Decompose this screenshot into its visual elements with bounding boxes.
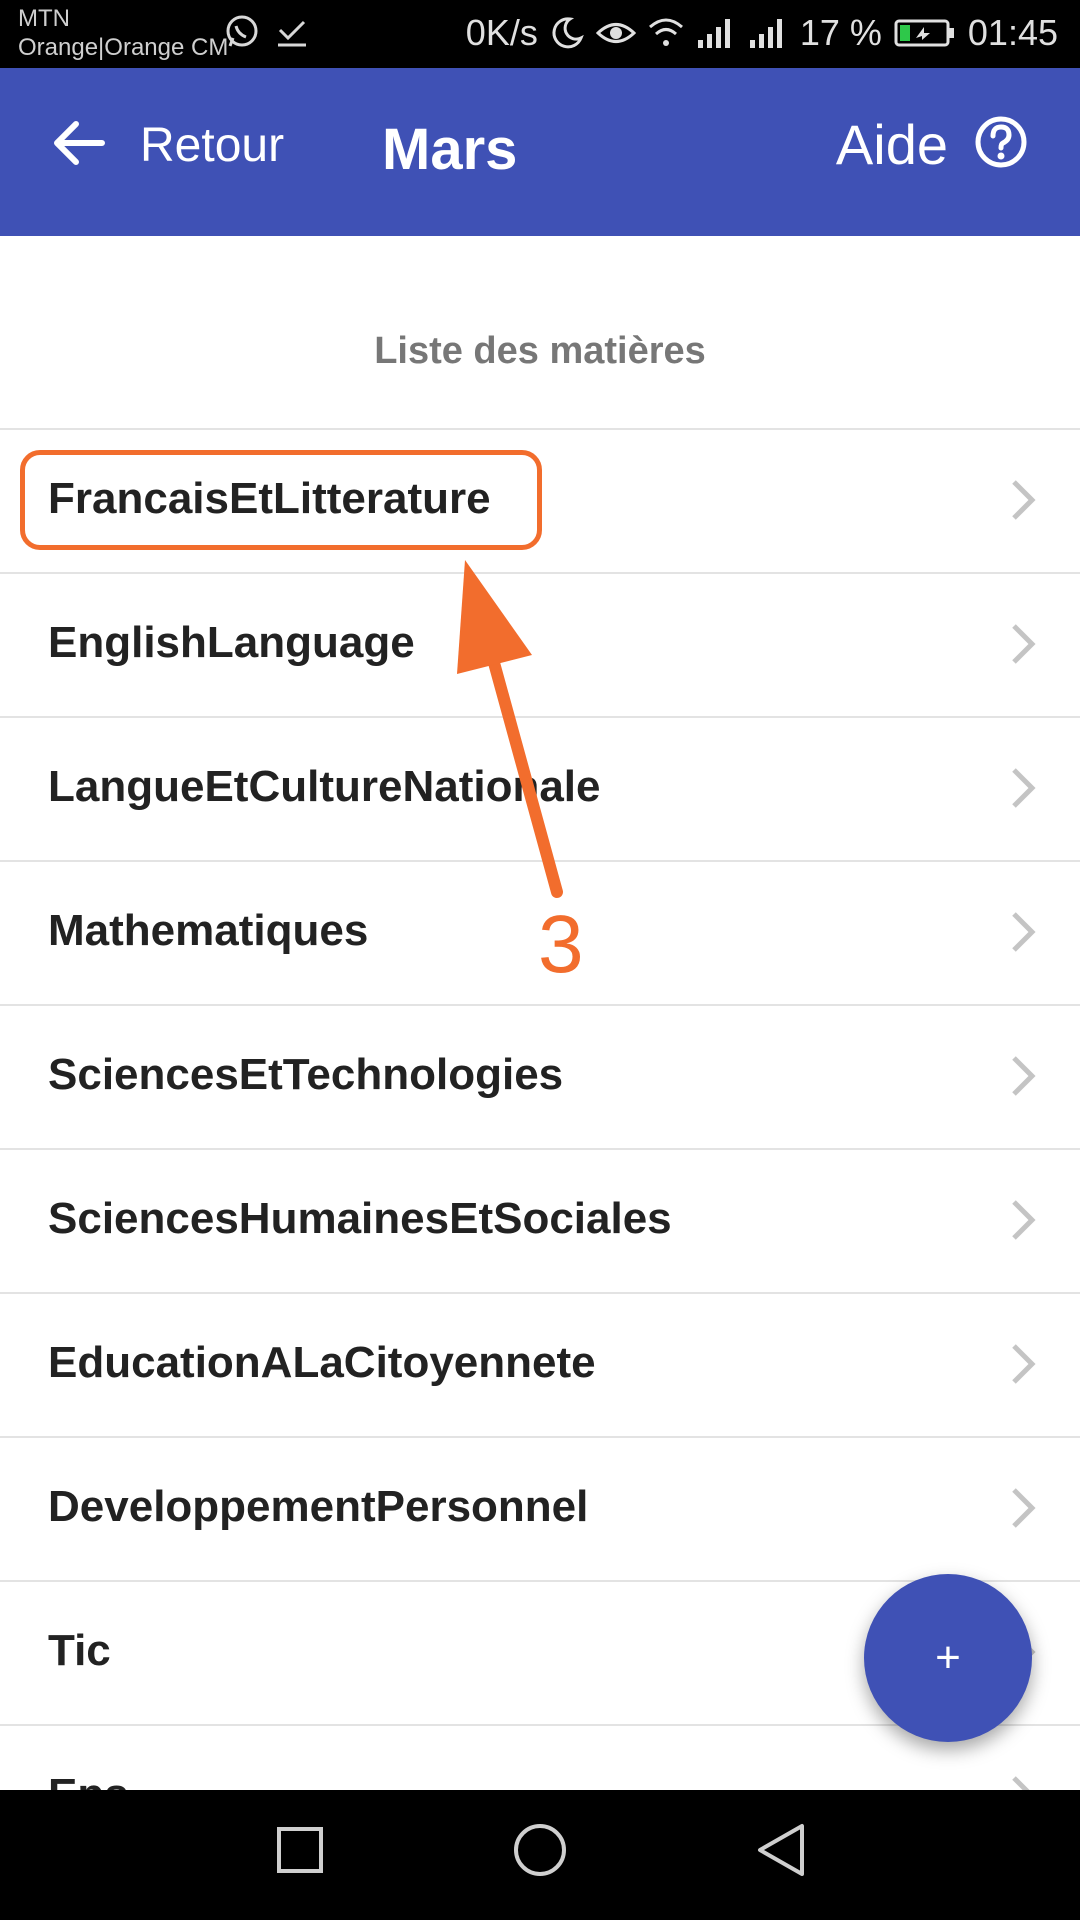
list-item[interactable]: LangueEtCultureNationale — [0, 718, 1080, 862]
list-item[interactable]: EducationALaCitoyennete — [0, 1294, 1080, 1438]
status-right: 0K/s 17 % 01:45 — [466, 12, 1058, 54]
list-item-label: SciencesEtTechnologies — [48, 1050, 564, 1099]
chevron-right-icon — [1010, 622, 1036, 671]
battery-icon — [894, 18, 956, 48]
list-item-label: EnglishLanguage — [48, 618, 415, 667]
chevron-right-icon — [1010, 1486, 1036, 1535]
list-item[interactable]: EnglishLanguage — [0, 574, 1080, 718]
list-item[interactable]: DeveloppementPersonnel — [0, 1438, 1080, 1582]
clock: 01:45 — [967, 12, 1058, 53]
chevron-right-icon — [1010, 1054, 1036, 1103]
square-icon[interactable] — [276, 1826, 324, 1879]
plus-icon: + — [935, 1633, 961, 1682]
section-title: Liste des matières — [374, 330, 706, 372]
annotation-highlight-box — [20, 450, 542, 550]
carrier-line2: Orange|Orange CM — [18, 34, 229, 61]
list-item-label: Mathematiques — [48, 906, 369, 955]
system-nav-bar — [0, 1790, 1080, 1920]
notification-icons — [224, 14, 310, 55]
wifi-icon — [648, 17, 684, 49]
download-done-icon — [274, 14, 310, 55]
signal-icon-1 — [696, 16, 736, 50]
list-item[interactable]: SciencesHumainesEtSociales — [0, 1150, 1080, 1294]
chevron-right-icon — [1010, 766, 1036, 815]
carrier-line1: MTN — [18, 5, 70, 32]
back-button[interactable]: Retour — [52, 118, 284, 173]
battery-percent: 17 % — [799, 12, 882, 53]
add-button[interactable]: + — [864, 1574, 1032, 1742]
chevron-right-icon — [1010, 478, 1036, 527]
whatsapp-icon — [224, 14, 260, 55]
question-circle-icon — [974, 115, 1028, 174]
status-bar: MTN Orange|Orange CM 0K/s 17 % 01:45 — [0, 0, 1080, 68]
net-speed: 0K/s — [465, 12, 538, 53]
chevron-right-icon — [1010, 1342, 1036, 1391]
chevron-right-icon — [1010, 910, 1036, 959]
carrier-info: MTN Orange|Orange CM — [18, 4, 228, 62]
list-item[interactable]: SciencesEtTechnologies — [0, 1006, 1080, 1150]
help-label: Aide — [835, 113, 948, 176]
page-title: Mars — [382, 117, 518, 182]
moon-icon — [550, 16, 584, 50]
list-item-label: DeveloppementPersonnel — [48, 1482, 589, 1531]
triangle-back-icon[interactable] — [756, 1822, 806, 1883]
list-item-label: SciencesHumainesEtSociales — [48, 1194, 672, 1243]
list-item-label: EducationALaCitoyennete — [48, 1338, 596, 1387]
circle-icon[interactable] — [512, 1822, 568, 1883]
app-bar: Retour Mars Aide — [0, 68, 1080, 236]
arrow-left-icon — [52, 119, 106, 172]
annotation-step-number: 3 — [538, 899, 584, 990]
signal-icon-2 — [748, 16, 788, 50]
chevron-right-icon — [1010, 1198, 1036, 1247]
eye-icon — [595, 18, 636, 48]
back-label: Retour — [140, 119, 285, 172]
list-item-label: LangueEtCultureNationale — [48, 762, 601, 811]
list-item-label: Tic — [48, 1626, 111, 1675]
help-button[interactable]: Aide — [836, 112, 1028, 177]
